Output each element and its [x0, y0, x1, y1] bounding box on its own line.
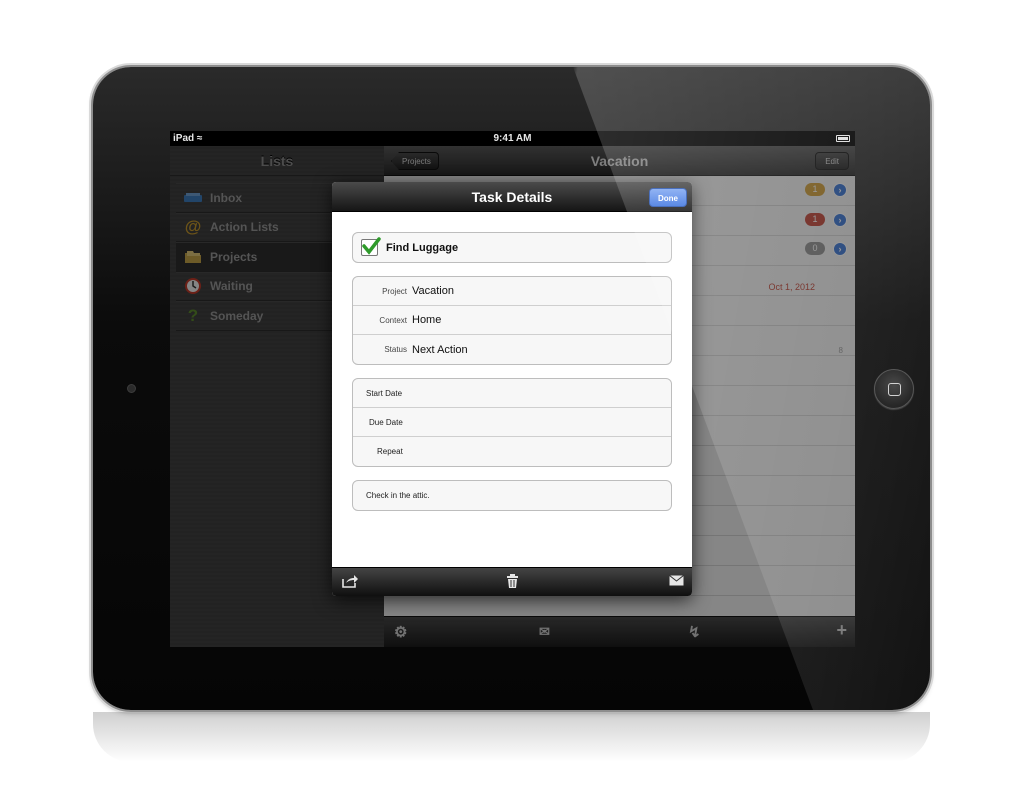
- status-field[interactable]: Status Next Action: [353, 335, 671, 364]
- done-button[interactable]: Done: [649, 188, 687, 207]
- modal-title: Task Details: [471, 189, 553, 205]
- home-square-icon: [888, 383, 901, 396]
- battery-icon: [836, 135, 850, 142]
- checkmark-icon: [362, 237, 381, 255]
- modal-footer: [332, 567, 692, 596]
- screen: iPad ≈ 9:41 AM Lists Inbox @ Action List…: [170, 131, 855, 647]
- due-date-field[interactable]: Due Date: [353, 408, 671, 437]
- field-label: Project: [382, 286, 407, 296]
- trash-icon[interactable]: [507, 574, 518, 591]
- completed-checkbox[interactable]: [361, 237, 381, 256]
- repeat-field[interactable]: Repeat: [353, 437, 671, 466]
- modal-header: Task Details Done: [332, 182, 692, 212]
- field-label: Status: [384, 345, 407, 354]
- field-value: Next Action: [412, 343, 468, 356]
- note-field[interactable]: Check in the attic.: [353, 481, 671, 510]
- front-camera: [127, 384, 136, 393]
- modal-body: Find Luggage Project Vacation Context Ho…: [332, 212, 692, 567]
- home-button[interactable]: [874, 369, 914, 409]
- task-name-cell[interactable]: Find Luggage: [353, 233, 671, 262]
- field-value: Vacation: [412, 285, 454, 297]
- task-dates-group: Start Date Due Date Repeat: [352, 378, 672, 467]
- field-label: Start Date: [366, 388, 403, 398]
- task-name: Find Luggage: [386, 241, 459, 254]
- note-text: Check in the attic.: [366, 491, 430, 500]
- field-value: Home: [412, 314, 442, 326]
- envelope-icon[interactable]: [669, 574, 684, 589]
- field-label: Context: [379, 315, 407, 325]
- share-icon[interactable]: [342, 574, 358, 591]
- field-label: Due Date: [369, 417, 403, 427]
- project-field[interactable]: Project Vacation: [353, 277, 671, 306]
- status-time: 9:41 AM: [493, 133, 532, 144]
- status-bar: iPad ≈ 9:41 AM: [170, 131, 855, 146]
- task-properties-group: Project Vacation Context Home Status Nex…: [352, 276, 672, 365]
- context-field[interactable]: Context Home: [353, 306, 671, 335]
- start-date-field[interactable]: Start Date: [353, 379, 671, 408]
- device-reflection: [93, 712, 930, 762]
- task-note-group: Check in the attic.: [352, 480, 672, 511]
- field-label: Repeat: [377, 447, 403, 456]
- task-details-modal: Task Details Done Find Luggage Project V…: [332, 182, 692, 596]
- task-name-group: Find Luggage: [352, 232, 672, 263]
